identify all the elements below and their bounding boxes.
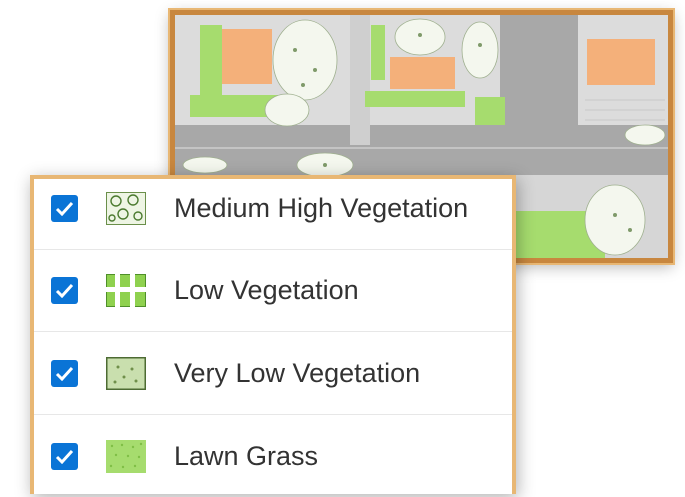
legend-item-label: Lawn Grass <box>174 440 319 471</box>
checkbox-checked-icon[interactable] <box>51 194 78 222</box>
low-vegetation-icon <box>106 273 146 307</box>
very-low-vegetation-icon <box>106 356 146 390</box>
checkbox-checked-icon[interactable] <box>51 276 78 304</box>
checkbox-checked-icon[interactable] <box>51 359 78 387</box>
lawn-grass-icon <box>106 439 146 473</box>
legend-item-medium-high-vegetation[interactable]: Medium High Vegetation <box>34 167 512 250</box>
legend-item-label: Low Vegetation <box>174 274 359 305</box>
legend-item-lawn-grass[interactable]: Lawn Grass <box>34 415 512 497</box>
legend-item-label: Very Low Vegetation <box>174 357 421 388</box>
checkbox-checked-icon[interactable] <box>51 442 78 470</box>
legend-item-low-vegetation[interactable]: Low Vegetation <box>34 249 512 332</box>
medium-high-vegetation-icon <box>106 191 146 225</box>
legend-item-very-low-vegetation[interactable]: Very Low Vegetation <box>34 332 512 415</box>
legend-panel: Medium High Vegetation Low Vegetation Ve… <box>30 175 516 494</box>
legend-item-label: Medium High Vegetation <box>174 192 469 223</box>
